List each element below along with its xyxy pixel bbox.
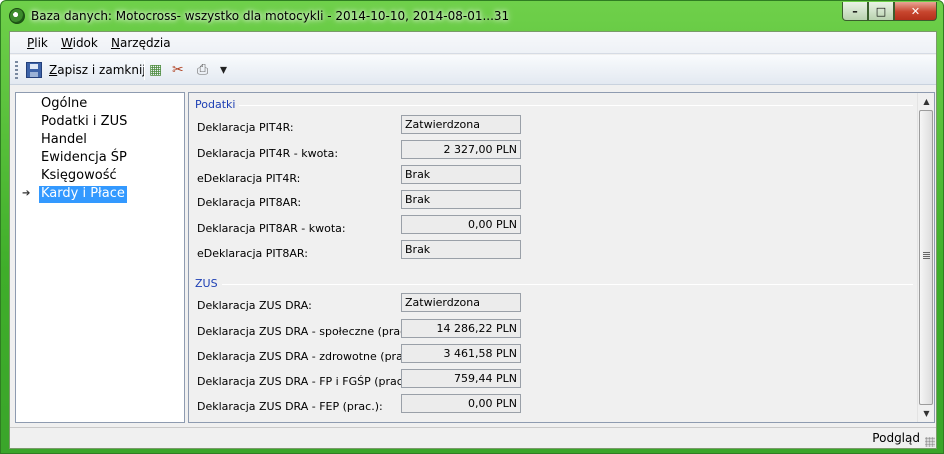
resize-grip[interactable]: [925, 437, 935, 447]
zus-dra-health-label: Deklaracja ZUS DRA - zdrowotne (prac.):: [197, 350, 421, 363]
client-area: Plik Widok Narzędzia Zapisz i zamknij ▦ …: [9, 31, 937, 449]
podatki-group-divider: [197, 105, 913, 106]
pit8ar-value: Brak: [401, 190, 521, 209]
menu-plik[interactable]: Plik: [27, 36, 48, 50]
status-bar: Podgląd: [10, 427, 936, 448]
tools-icon: ✂: [172, 62, 184, 78]
podatki-group-title: Podatki: [195, 98, 240, 111]
nav-item-ewidencja-sp[interactable]: Ewidencja ŚP: [39, 150, 129, 167]
pit8ar-amount-label: Deklaracja PIT8AR - kwota:: [197, 222, 346, 235]
zus-group-divider: [197, 284, 913, 285]
current-item-arrow-icon: ➔: [22, 188, 31, 199]
epit4r-label: eDeklaracja PIT4R:: [197, 172, 301, 185]
minimize-button[interactable]: –: [842, 2, 868, 21]
epit4r-value: Brak: [401, 165, 521, 184]
save-label-rest: apisz i zamknij: [57, 63, 146, 77]
close-button[interactable]: ✕: [894, 2, 937, 21]
menu-widok-mnemonic: W: [61, 36, 73, 50]
zus-dra-health-value: 3 461,58 PLN: [401, 344, 521, 363]
print-button[interactable]: ⎙: [197, 59, 213, 81]
window-title: Baza danych: Motocross- wszystko dla mot…: [31, 9, 510, 23]
nav-item-kardy-i-place[interactable]: Kardy i Płace: [39, 186, 127, 203]
menu-plik-label: lik: [34, 36, 48, 50]
menu-widok-label: idok: [72, 36, 98, 50]
zus-dra-value: Zatwierdzona: [401, 293, 521, 312]
scroll-down-icon[interactable]: ▼: [918, 405, 935, 422]
tools-button[interactable]: ✂: [172, 59, 188, 81]
maximize-button[interactable]: □: [868, 2, 894, 21]
menu-narzedzia-mnemonic: N: [111, 36, 120, 50]
zus-group-title: ZUS: [195, 277, 222, 290]
menu-bar: Plik Widok Narzędzia: [10, 32, 936, 54]
pit8ar-label: Deklaracja PIT8AR:: [197, 196, 302, 209]
scroll-up-icon[interactable]: ▲: [918, 93, 935, 110]
zus-dra-fep-label: Deklaracja ZUS DRA - FEP (prac.):: [197, 400, 383, 413]
menu-narzedzia-label: arzędzia: [119, 36, 171, 50]
grid-button[interactable]: ▦: [149, 59, 165, 81]
pit8ar-amount-value: 0,00 PLN: [401, 215, 521, 234]
zus-dra-fep-value: 0,00 PLN: [401, 394, 521, 413]
save-and-close-label: Zapisz i zamknij: [49, 63, 146, 77]
status-mode: Podgląd: [872, 431, 920, 445]
menu-widok[interactable]: Widok: [61, 36, 98, 50]
grid-icon: ▦: [149, 62, 163, 78]
menu-narzedzia[interactable]: Narzędzia: [111, 36, 171, 50]
pit4r-value: Zatwierdzona: [401, 115, 521, 134]
toolbar-separator: [144, 60, 145, 80]
app-icon[interactable]: [9, 8, 25, 24]
nav-item-ogolne[interactable]: Ogólne: [39, 96, 89, 113]
toolbar-grip[interactable]: [15, 61, 18, 79]
pit4r-amount-value: 2 327,00 PLN: [401, 140, 521, 159]
nav-item-handel[interactable]: Handel: [39, 132, 89, 149]
application-window: Baza danych: Motocross- wszystko dla mot…: [0, 0, 944, 454]
details-panel: Podatki Deklaracja PIT4R: Zatwierdzona D…: [188, 92, 935, 423]
toolbar: Zapisz i zamknij ▦ ✂ ⎙ ▾: [10, 55, 936, 85]
scrollbar-thumb[interactable]: [919, 110, 933, 405]
zus-dra-fp-fgsp-label: Deklaracja ZUS DRA - FP i FGŚP (prac.): [197, 375, 411, 388]
maximize-icon: □: [875, 4, 887, 18]
nav-item-ksiegowosc[interactable]: Księgowość: [39, 168, 119, 185]
save-icon: [26, 62, 42, 78]
save-and-close-button[interactable]: Zapisz i zamknij: [26, 59, 146, 81]
pit4r-amount-label: Deklaracja PIT4R - kwota:: [197, 147, 339, 160]
zus-dra-label: Deklaracja ZUS DRA:: [197, 299, 312, 312]
close-icon: ✕: [910, 4, 921, 18]
minimize-icon: –: [852, 4, 858, 18]
print-dropdown-button[interactable]: ▾: [220, 59, 230, 81]
scrollbar-grip: [923, 252, 930, 259]
navigation-list: Ogólne Podatki i ZUS Handel Ewidencja ŚP…: [15, 92, 185, 423]
chevron-down-icon: ▾: [220, 62, 228, 78]
zus-dra-fp-fgsp-value: 759,44 PLN: [401, 369, 521, 388]
vertical-scrollbar[interactable]: ▲ ▼: [917, 93, 934, 422]
zus-dra-social-value: 14 286,22 PLN: [401, 319, 521, 338]
printer-icon: ⎙: [197, 62, 209, 78]
title-bar[interactable]: Baza danych: Motocross- wszystko dla mot…: [1, 1, 943, 31]
epit8ar-value: Brak: [401, 240, 521, 259]
nav-item-podatki-i-zus[interactable]: Podatki i ZUS: [39, 114, 129, 131]
epit8ar-label: eDeklaracja PIT8AR:: [197, 247, 308, 260]
zus-dra-social-label: Deklaracja ZUS DRA - społeczne (prac.):: [197, 325, 418, 338]
save-mnemonic: Z: [49, 63, 58, 77]
pit4r-label: Deklaracja PIT4R:: [197, 121, 294, 134]
